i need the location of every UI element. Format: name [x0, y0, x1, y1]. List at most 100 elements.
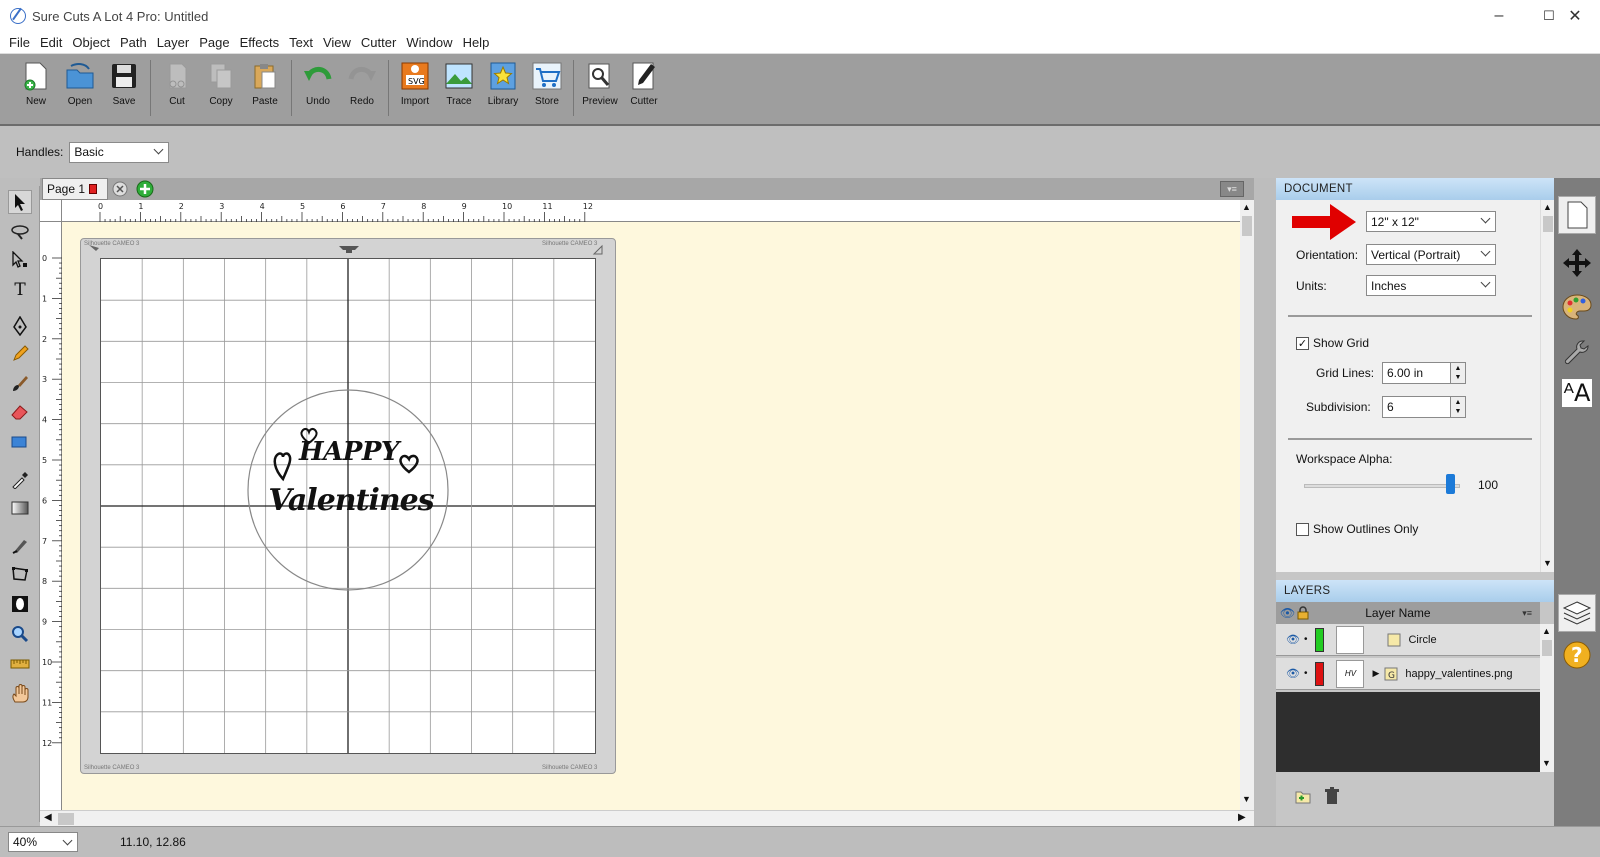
workspace-alpha-thumb[interactable]	[1446, 474, 1455, 494]
measure-tool[interactable]	[8, 652, 32, 676]
lasso-tool[interactable]	[8, 220, 32, 244]
select-tool[interactable]	[8, 190, 32, 214]
eye-icon[interactable]: 👁	[1280, 606, 1295, 620]
layer-color-swatch[interactable]	[1315, 661, 1325, 686]
canvas-horizontal-scrollbar[interactable]: ◀ ▶	[40, 810, 1254, 826]
tab-page-1[interactable]: Page 1	[42, 178, 108, 200]
menu-window[interactable]: Window	[401, 35, 457, 50]
spinner-buttons[interactable]: ▲ ▼	[1450, 396, 1466, 418]
handles-select[interactable]: Basic	[69, 141, 170, 163]
knife-tool[interactable]	[8, 534, 32, 558]
save-button[interactable]: Save	[102, 60, 146, 107]
scroll-thumb[interactable]	[1542, 640, 1552, 656]
spin-down-icon[interactable]: ▼	[1455, 407, 1462, 416]
close-button[interactable]: ✕	[1550, 0, 1600, 32]
cut-button[interactable]: Cut	[155, 60, 199, 107]
menu-layer[interactable]: Layer	[152, 35, 195, 50]
add-layer-icon[interactable]	[1294, 788, 1312, 804]
layer-row[interactable]: 👁 • Circle	[1276, 624, 1540, 656]
pencil-tool[interactable]	[8, 342, 32, 366]
menu-page[interactable]: Page	[194, 35, 234, 50]
undo-button[interactable]: Undo	[296, 60, 340, 107]
text-tool[interactable]: T	[8, 278, 32, 302]
color-panel-button[interactable]	[1558, 288, 1596, 326]
panel-menu-icon[interactable]: ▾≡	[1522, 608, 1532, 619]
help-button[interactable]: ?	[1558, 636, 1596, 674]
distort-tool[interactable]	[8, 562, 32, 586]
lock-dot-icon[interactable]: •	[1304, 634, 1308, 645]
menu-view[interactable]: View	[318, 35, 356, 50]
scroll-right-icon[interactable]: ▶	[1238, 812, 1246, 823]
scroll-down-icon[interactable]: ▼	[1542, 758, 1551, 768]
scroll-thumb[interactable]	[1242, 216, 1252, 236]
scroll-up-icon[interactable]: ▲	[1543, 202, 1552, 212]
paste-button[interactable]: Paste	[243, 60, 287, 107]
trace-button[interactable]: Trace	[437, 60, 481, 107]
add-page-button[interactable]	[136, 180, 154, 198]
open-button[interactable]: Open	[58, 60, 102, 107]
expand-triangle-icon[interactable]: ▶	[1372, 668, 1379, 679]
spin-down-icon[interactable]: ▼	[1455, 373, 1462, 382]
menu-cutter[interactable]: Cutter	[356, 35, 401, 50]
menu-text[interactable]: Text	[284, 35, 318, 50]
spin-up-icon[interactable]: ▲	[1455, 398, 1462, 407]
brush-tool[interactable]	[8, 372, 32, 396]
scroll-down-icon[interactable]: ▼	[1242, 794, 1251, 804]
visibility-eye-icon[interactable]: 👁	[1286, 667, 1300, 680]
show-outlines-checkbox[interactable]	[1296, 522, 1309, 536]
new-button[interactable]: New	[14, 60, 58, 107]
tools-panel-button[interactable]	[1558, 334, 1596, 372]
node-edit-tool[interactable]	[8, 248, 32, 272]
layer-color-swatch[interactable]	[1315, 627, 1325, 652]
tab-menu-button[interactable]: ▾≡	[1220, 181, 1244, 197]
menu-file[interactable]: File	[4, 35, 35, 50]
lock-dot-icon[interactable]: •	[1304, 668, 1308, 679]
zoom-tool[interactable]	[8, 622, 32, 646]
layer-row[interactable]: 👁 • HV ▶ G happy_valentines.png	[1276, 658, 1540, 690]
transform-panel-button[interactable]	[1558, 244, 1596, 282]
cutter-button[interactable]: Cutter	[622, 60, 666, 107]
canvas-vertical-scrollbar[interactable]: ▲ ▼	[1240, 200, 1254, 810]
pan-tool[interactable]	[8, 682, 32, 706]
layers-panel-button[interactable]	[1558, 594, 1596, 632]
scroll-up-icon[interactable]: ▲	[1542, 626, 1551, 636]
workspace-alpha-slider[interactable]	[1304, 484, 1460, 488]
trash-icon[interactable]	[1324, 787, 1340, 805]
design-text-valentines[interactable]: Valentines	[261, 483, 441, 518]
redo-button[interactable]: Redo	[340, 60, 384, 107]
scroll-up-icon[interactable]: ▲	[1242, 202, 1251, 212]
menu-edit[interactable]: Edit	[35, 35, 67, 50]
minimize-button[interactable]: –	[1474, 0, 1524, 32]
document-size-select[interactable]: 12" x 12"	[1366, 211, 1496, 232]
document-panel-scrollbar[interactable]: ▲ ▼	[1540, 200, 1554, 572]
close-page-button[interactable]	[112, 181, 128, 197]
visibility-eye-icon[interactable]: 👁	[1286, 633, 1300, 646]
store-button[interactable]: Store	[525, 60, 569, 107]
menu-object[interactable]: Object	[67, 35, 115, 50]
text-panel-button[interactable]: ᴬA	[1558, 374, 1596, 412]
grid-lines-input[interactable]: 6.00 in ▲ ▼	[1382, 362, 1466, 384]
show-grid-checkbox[interactable]: ✓	[1296, 336, 1309, 350]
eraser-tool[interactable]	[8, 400, 32, 424]
weld-tool[interactable]	[8, 592, 32, 616]
spinner-buttons[interactable]: ▲ ▼	[1450, 362, 1466, 384]
spin-up-icon[interactable]: ▲	[1455, 364, 1462, 373]
scroll-down-icon[interactable]: ▼	[1543, 558, 1552, 568]
preview-button[interactable]: Preview	[578, 60, 622, 107]
copy-button[interactable]: Copy	[199, 60, 243, 107]
scroll-thumb[interactable]	[58, 813, 74, 825]
scroll-thumb[interactable]	[1543, 216, 1553, 232]
menu-effects[interactable]: Effects	[235, 35, 285, 50]
document-panel-button[interactable]	[1558, 196, 1596, 234]
lock-icon[interactable]	[1297, 606, 1309, 620]
library-button[interactable]: Library	[481, 60, 525, 107]
menu-path[interactable]: Path	[115, 35, 152, 50]
subdivision-input[interactable]: 6 ▲ ▼	[1382, 396, 1466, 418]
layers-scrollbar[interactable]: ▲ ▼	[1540, 624, 1554, 772]
menu-help[interactable]: Help	[458, 35, 495, 50]
import-button[interactable]: SVG Import	[393, 60, 437, 107]
shape-tool[interactable]	[8, 430, 32, 454]
scroll-left-icon[interactable]: ◀	[44, 812, 52, 823]
eyedropper-tool[interactable]	[8, 468, 32, 492]
zoom-select[interactable]: 40%	[8, 832, 78, 852]
